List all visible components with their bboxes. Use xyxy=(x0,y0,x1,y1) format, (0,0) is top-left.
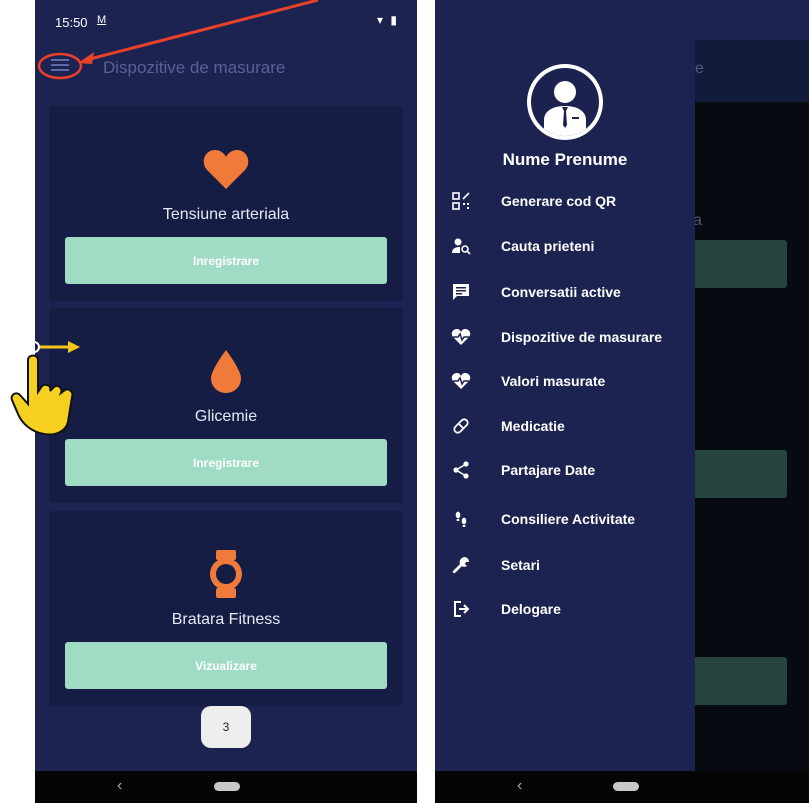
back-icon[interactable]: ‹ xyxy=(117,777,122,795)
device-card-glicemie: Glicemie Inregistrare xyxy=(49,308,403,503)
back-icon[interactable]: ‹ xyxy=(517,777,522,795)
page-number-badge: 3 xyxy=(201,706,251,748)
wifi-battery-icon: ▾ ▮ xyxy=(377,13,399,27)
status-notification-icon: M xyxy=(97,14,107,26)
dimmed-button xyxy=(687,657,787,705)
user-name: Nume Prenume xyxy=(502,150,628,169)
page-title: Dispozitive de masurare xyxy=(103,58,286,77)
device-card-bratara: Bratara Fitness Vizualizare xyxy=(49,511,403,706)
android-nav-bar: ‹ xyxy=(35,771,417,803)
menu-item-label: Cauta prieteni xyxy=(501,238,595,254)
android-nav-bar: ‹ xyxy=(435,771,809,803)
menu-item-label: Dispozitive de masurare xyxy=(501,329,663,345)
inregistrare-button[interactable]: Inregistrare xyxy=(65,237,387,284)
card-label: Bratara Fitness xyxy=(171,611,281,628)
menu-item-conversatii-active[interactable]: Conversatii active xyxy=(435,273,695,311)
status-bar xyxy=(435,0,809,40)
home-pill-icon[interactable] xyxy=(613,782,639,791)
menu-item-label: Partajare Date xyxy=(501,462,596,478)
swipe-gesture-icon xyxy=(2,330,92,440)
menu-item-label: Valori masurate xyxy=(501,373,606,389)
person-search-icon xyxy=(451,236,471,256)
card-label: Tensiune arteriala xyxy=(162,206,290,223)
dimmed-title-fragment: e xyxy=(695,60,704,77)
footsteps-icon xyxy=(451,509,471,529)
menu-item-label: Consiliere Activitate xyxy=(501,511,636,527)
watch-icon xyxy=(201,549,251,599)
menu-item-consiliere-activitate[interactable]: Consiliere Activitate xyxy=(435,500,695,538)
home-pill-icon[interactable] xyxy=(214,782,240,791)
user-avatar-icon xyxy=(531,68,599,136)
app-bar: Dispozitive de masurare xyxy=(35,42,417,94)
menu-item-label: Conversatii active xyxy=(501,284,621,300)
navigation-drawer: Nume Prenume Generare cod QR Cauta priet… xyxy=(435,40,695,771)
avatar[interactable] xyxy=(527,64,603,140)
status-time: 15:50 xyxy=(55,15,88,30)
drop-icon xyxy=(201,346,251,396)
status-bar: 15:50 M ▾ ▮ xyxy=(35,0,417,40)
menu-item-dispozitive-de-masurare[interactable]: Dispozitive de masurare xyxy=(435,318,695,356)
menu-item-medicatie[interactable]: Medicatie xyxy=(435,407,695,445)
dimmed-button xyxy=(687,450,787,498)
heart-icon xyxy=(201,144,251,194)
menu-item-label: Delogare xyxy=(501,601,561,617)
left-phone-screen: 15:50 M ▾ ▮ Dispozitive de masurare Tens… xyxy=(35,0,417,803)
menu-item-partajare-date[interactable]: Partajare Date xyxy=(435,451,695,489)
menu-item-delogare[interactable]: Delogare xyxy=(435,590,695,628)
hamburger-menu-icon[interactable] xyxy=(51,56,75,74)
menu-item-cauta-prieteni[interactable]: Cauta prieteni xyxy=(435,227,695,265)
share-icon xyxy=(451,460,471,480)
qr-code-icon xyxy=(451,191,471,211)
right-phone-screen: e a Nume Prenume Generare cod QR Cauta p… xyxy=(435,0,809,803)
menu-item-setari[interactable]: Setari xyxy=(435,546,695,584)
device-card-tensiune: Tensiune arteriala Inregistrare xyxy=(49,106,403,301)
dimmed-button xyxy=(687,240,787,288)
wrench-icon xyxy=(451,555,471,575)
chat-icon xyxy=(451,282,471,302)
inregistrare-button[interactable]: Inregistrare xyxy=(65,439,387,486)
menu-item-label: Medicatie xyxy=(501,418,565,434)
pill-icon xyxy=(451,416,471,436)
heart-pulse-icon xyxy=(451,327,471,347)
menu-item-label: Generare cod QR xyxy=(501,193,617,209)
vizualizare-button[interactable]: Vizualizare xyxy=(65,642,387,689)
logout-icon xyxy=(451,599,471,619)
card-label: Glicemie xyxy=(194,408,258,425)
menu-item-generare-cod-qr[interactable]: Generare cod QR xyxy=(435,182,695,220)
heart-pulse-icon xyxy=(451,371,471,391)
menu-item-label: Setari xyxy=(501,557,540,573)
menu-item-valori-masurate[interactable]: Valori masurate xyxy=(435,362,695,400)
